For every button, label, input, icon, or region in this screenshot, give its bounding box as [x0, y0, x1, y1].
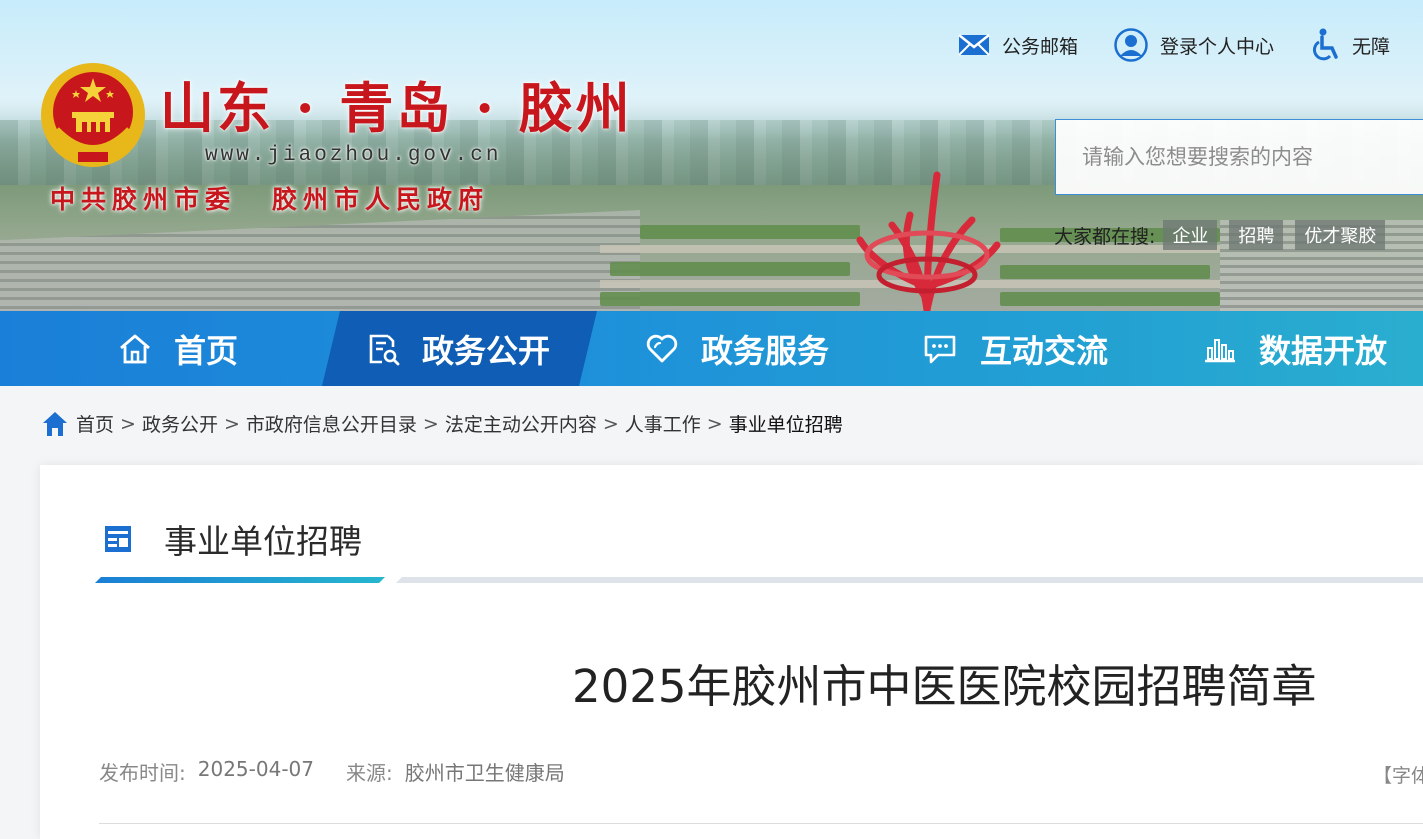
breadcrumb-separator: > [602, 412, 619, 435]
main-nav: 首页 政务公开 政务服务 互动交流 数据开放 [0, 311, 1423, 386]
mail-link[interactable]: 公务邮箱 [958, 32, 1078, 59]
breadcrumb-current: 事业单位招聘 [728, 414, 843, 436]
nav-gov-affairs-label: 政务公开 [422, 331, 551, 370]
nav-open-data[interactable]: 数据开放 [1203, 311, 1387, 386]
user-icon [1114, 28, 1148, 62]
site-title: 山东 · 青岛 · 胶州 [160, 76, 633, 140]
government-label: 胶州市人民政府 [272, 185, 490, 214]
nav-interaction-label: 互动交流 [980, 331, 1109, 370]
content-card: 事业单位招聘 2025年胶州市中医医院校园招聘简章 发布时间: 2025-04-… [40, 465, 1423, 839]
publish-date-label: 发布时间: [99, 761, 186, 785]
home-icon [120, 334, 150, 363]
login-link-label: 登录个人中心 [1160, 35, 1275, 58]
nav-gov-affairs[interactable]: 政务公开 [366, 311, 550, 386]
banner-lawn [1000, 265, 1210, 279]
publish-date: 2025-04-07 [197, 757, 314, 781]
banner-lawn [1000, 292, 1220, 306]
source-label: 来源: [345, 761, 393, 785]
breadcrumb-gov-affairs[interactable]: 政务公开 [142, 410, 218, 437]
breadcrumb-home[interactable]: 首页 [76, 410, 114, 437]
red-sculpture-image [856, 171, 1001, 311]
section-underline-accent [95, 577, 385, 583]
mail-link-label: 公务邮箱 [1002, 35, 1079, 58]
document-search-icon [369, 334, 400, 365]
breadcrumb-separator: > [223, 412, 240, 435]
header-banner: 山东 · 青岛 · 胶州 www.jiaozhou.gov.cn 中共胶州市委 胶… [0, 0, 1423, 311]
article-meta: 发布时间: 2025-04-07 来源: 胶州市卫生健康局 [99, 757, 565, 786]
section-header: 事业单位招聘 [104, 515, 362, 563]
breadcrumb-info-catalog[interactable]: 市政府信息公开目录 [246, 410, 417, 437]
nav-open-data-label: 数据开放 [1259, 331, 1388, 370]
banner-lawn [610, 262, 850, 276]
nav-home[interactable]: 首页 [118, 311, 238, 386]
source-value: 胶州市卫生健康局 [404, 761, 565, 785]
site-url: www.jiaozhou.gov.cn [205, 144, 502, 167]
breadcrumb-separator: > [120, 412, 136, 435]
hot-tag-talent[interactable]: 优才聚胶 [1295, 220, 1386, 250]
site-subtitle: 中共胶州市委 胶州市人民政府 [50, 180, 489, 216]
nav-interaction[interactable]: 互动交流 [922, 311, 1108, 386]
national-emblem-icon [41, 63, 145, 167]
chat-icon [924, 335, 956, 363]
article-title: 2025年胶州市中医医院校园招聘简章 [572, 660, 1317, 713]
wheelchair-icon [1313, 28, 1338, 61]
heart-icon [646, 334, 678, 362]
banner-lawn [600, 292, 860, 306]
search-box [1055, 119, 1423, 195]
breadcrumb-statutory-content[interactable]: 法定主动公开内容 [445, 410, 597, 437]
meta-divider [99, 823, 1423, 824]
envelope-icon [958, 34, 990, 56]
breadcrumb-separator: > [422, 412, 439, 435]
party-committee-label: 中共胶州市委 [50, 185, 237, 214]
nav-gov-services-label: 政务服务 [701, 331, 830, 370]
bar-chart-icon [1205, 338, 1235, 362]
hot-tag-enterprise[interactable]: 企业 [1163, 220, 1218, 250]
banner-lawn [640, 225, 860, 239]
list-icon [105, 526, 131, 552]
hot-searches-label: 大家都在搜: [1054, 225, 1156, 248]
hot-tag-recruitment[interactable]: 招聘 [1229, 220, 1284, 250]
top-links: 公务邮箱 登录个人中心 无障 [958, 28, 1423, 62]
breadcrumb-separator: > [706, 412, 723, 435]
nav-home-label: 首页 [174, 331, 239, 370]
hot-searches: 大家都在搜: 企业 招聘 优才聚胶 [1054, 220, 1397, 250]
section-underline [396, 577, 1423, 583]
nav-gov-services[interactable]: 政务服务 [645, 311, 829, 386]
login-link[interactable]: 登录个人中心 [1114, 28, 1274, 62]
breadcrumb-personnel[interactable]: 人事工作 [625, 410, 701, 437]
section-title: 事业单位招聘 [164, 522, 362, 561]
font-size-control[interactable]: 【字体 [1373, 761, 1423, 788]
accessibility-link-label: 无障 [1352, 35, 1391, 58]
search-input[interactable] [1056, 120, 1423, 194]
breadcrumb-home-icon[interactable] [42, 411, 68, 437]
breadcrumb: 首页 > 政务公开 > 市政府信息公开目录 > 法定主动公开内容 > 人事工作 … [42, 410, 843, 437]
accessibility-link[interactable]: 无障 [1310, 28, 1390, 62]
